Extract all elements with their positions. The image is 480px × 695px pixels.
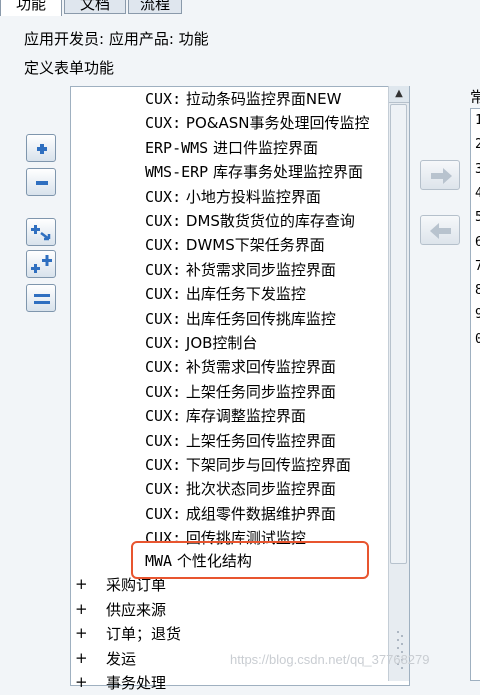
expand-node-icon[interactable]: + [75, 649, 88, 667]
list-item-label: DMS散货货位的库存查询 [181, 212, 355, 230]
list-item-prefix: CUX: [145, 407, 182, 426]
arrow-left-icon [430, 223, 451, 239]
list-item-label: 补货需求回传监控界面 [181, 358, 336, 377]
list-item[interactable]: CUX: 下架同步与回传监控界面 [145, 453, 351, 477]
list-item[interactable]: CUX: 拉动条码监控界面NEW [145, 87, 341, 111]
list-item-prefix: CUX: [145, 382, 182, 401]
list-item-prefix: WMS-ERP [145, 163, 209, 182]
list-item-label: 小地方投料监控界面 [181, 187, 321, 206]
collapse-all-button[interactable] [26, 284, 56, 312]
expand-all-button[interactable] [26, 250, 56, 278]
expand-all-icon [31, 255, 52, 273]
row-number: 0 [475, 331, 480, 347]
breadcrumb: 应用开发员: 应用产品: 功能 [24, 30, 209, 48]
add-button[interactable] [26, 134, 56, 162]
tab-process[interactable]: 流程 [128, 0, 182, 14]
list-item-label: JOB控制台 [181, 334, 258, 352]
row-number: 4 [475, 185, 480, 201]
list-item[interactable]: CUX: 上架任务回传监控界面 [145, 429, 336, 453]
list-item[interactable]: ERP-WMS 进口件监控界面 [145, 136, 318, 160]
expand-button[interactable] [26, 218, 56, 246]
list-item-prefix: CUX: [145, 187, 182, 206]
collapse-all-icon [34, 294, 50, 304]
list-item-label: 进口件监控界面 [208, 138, 318, 157]
plus-icon [37, 144, 47, 154]
expand-node-icon[interactable]: + [75, 673, 88, 691]
list-item[interactable]: CUX: DWMS下架任务界面 [145, 233, 325, 257]
list-scrollbar[interactable]: ▲ [388, 86, 409, 681]
list-item[interactable]: CUX: 出库任务回传挑库监控 [145, 307, 336, 331]
list-item-label: DWMS下架任务界面 [181, 236, 325, 255]
list-item-label: PO&ASN事务处理回传监控 [181, 114, 370, 133]
list-item[interactable]: CUX: 出库任务下发监控 [145, 282, 306, 306]
list-item-label: 上架任务同步监控界面 [181, 382, 336, 401]
list-item-prefix: CUX: [145, 334, 182, 352]
row-number: 8 [475, 283, 480, 299]
tab-document[interactable]: 文档 [64, 0, 126, 14]
list-item[interactable]: CUX: DMS散货货位的库存查询 [145, 209, 355, 233]
list-item-label: 批次状态同步监控界面 [181, 480, 336, 499]
list-item[interactable]: CUX: 成组零件数据维护界面 [145, 502, 336, 526]
list-item[interactable]: CUX: 补货需求同步监控界面 [145, 258, 336, 282]
list-item-label: 库存事务处理监控界面 [208, 163, 363, 182]
expand-node-icon[interactable]: + [75, 624, 88, 642]
move-right-button[interactable] [420, 160, 460, 190]
selection-highlight [131, 541, 369, 579]
scroll-up-icon[interactable]: ▲ [389, 86, 409, 103]
list-item-prefix: CUX: [145, 114, 182, 133]
list-item[interactable]: CUX: 批次状态同步监控界面 [145, 477, 336, 501]
list-item-prefix: CUX: [145, 260, 182, 279]
list-item-label: 上架任务回传监控界面 [181, 431, 336, 450]
list-item[interactable]: WMS-ERP 库存事务处理监控界面 [145, 160, 363, 184]
list-item-prefix: CUX: [145, 358, 182, 377]
list-item-prefix: CUX: [145, 212, 182, 230]
expand-node-icon[interactable]: + [75, 600, 88, 618]
list-item-prefix: CUX: [145, 431, 182, 450]
arrow-right-icon [431, 168, 452, 184]
right-panel-header: 常 [470, 88, 480, 106]
list-item-prefix: CUX: [145, 504, 182, 523]
list-item-prefix: CUX: [145, 90, 182, 108]
watermark: https://blog.csdn.net/qq_37768279 [230, 652, 430, 667]
expand-tree-icon [31, 225, 51, 241]
list-item-label: 补货需求同步监控界面 [181, 260, 336, 279]
list-item-prefix: CUX: [145, 456, 182, 474]
list-item-prefix: ERP-WMS [145, 138, 209, 157]
list-item-label: 出库任务下发监控 [181, 285, 306, 304]
tab-bar: 功能 文档 流程 [0, 0, 480, 18]
list-item-prefix: CUX: [145, 236, 182, 255]
expand-node-icon[interactable]: + [75, 575, 88, 593]
list-item-label: 库存调整监控界面 [181, 407, 306, 426]
list-item-prefix: CUX: [145, 309, 182, 328]
row-number: 2 [475, 137, 480, 153]
move-left-button[interactable] [420, 215, 460, 245]
list-item-prefix: CUX: [145, 285, 182, 304]
row-number: 9 [475, 307, 480, 323]
list-item-label: 成组零件数据维护界面 [181, 504, 336, 523]
row-number: 5 [475, 210, 480, 226]
minus-icon [36, 181, 48, 185]
scroll-thumb[interactable] [390, 104, 407, 564]
tab-function[interactable]: 功能 [0, 0, 62, 16]
list-item-label: 下架同步与回传监控界面 [181, 456, 351, 474]
list-item-label: 出库任务回传挑库监控 [181, 309, 336, 328]
row-number: 1 [475, 113, 480, 128]
list-item-label: 拉动条码监控界面NEW [181, 90, 342, 108]
row-number: 7 [475, 258, 480, 274]
tree-group[interactable]: 发运 [106, 647, 136, 671]
list-item[interactable]: CUX: 上架任务同步监控界面 [145, 380, 336, 404]
list-item[interactable]: CUX: PO&ASN事务处理回传监控 [145, 111, 369, 135]
row-number: 3 [475, 161, 480, 177]
section-title: 定义表单功能 [24, 59, 115, 77]
remove-button[interactable] [26, 168, 56, 196]
row-number: 6 [475, 234, 480, 250]
tree-group[interactable]: 订单；退货 [106, 622, 181, 646]
list-item[interactable]: CUX: JOB控制台 [145, 331, 257, 355]
list-item[interactable]: CUX: 库存调整监控界面 [145, 404, 306, 428]
tree-group[interactable]: 供应来源 [106, 598, 166, 622]
list-item[interactable]: CUX: 小地方投料监控界面 [145, 185, 321, 209]
list-item-prefix: CUX: [145, 480, 182, 499]
list-item[interactable]: CUX: 补货需求回传监控界面 [145, 355, 336, 379]
tree-group[interactable]: 事务处理 [106, 671, 166, 695]
